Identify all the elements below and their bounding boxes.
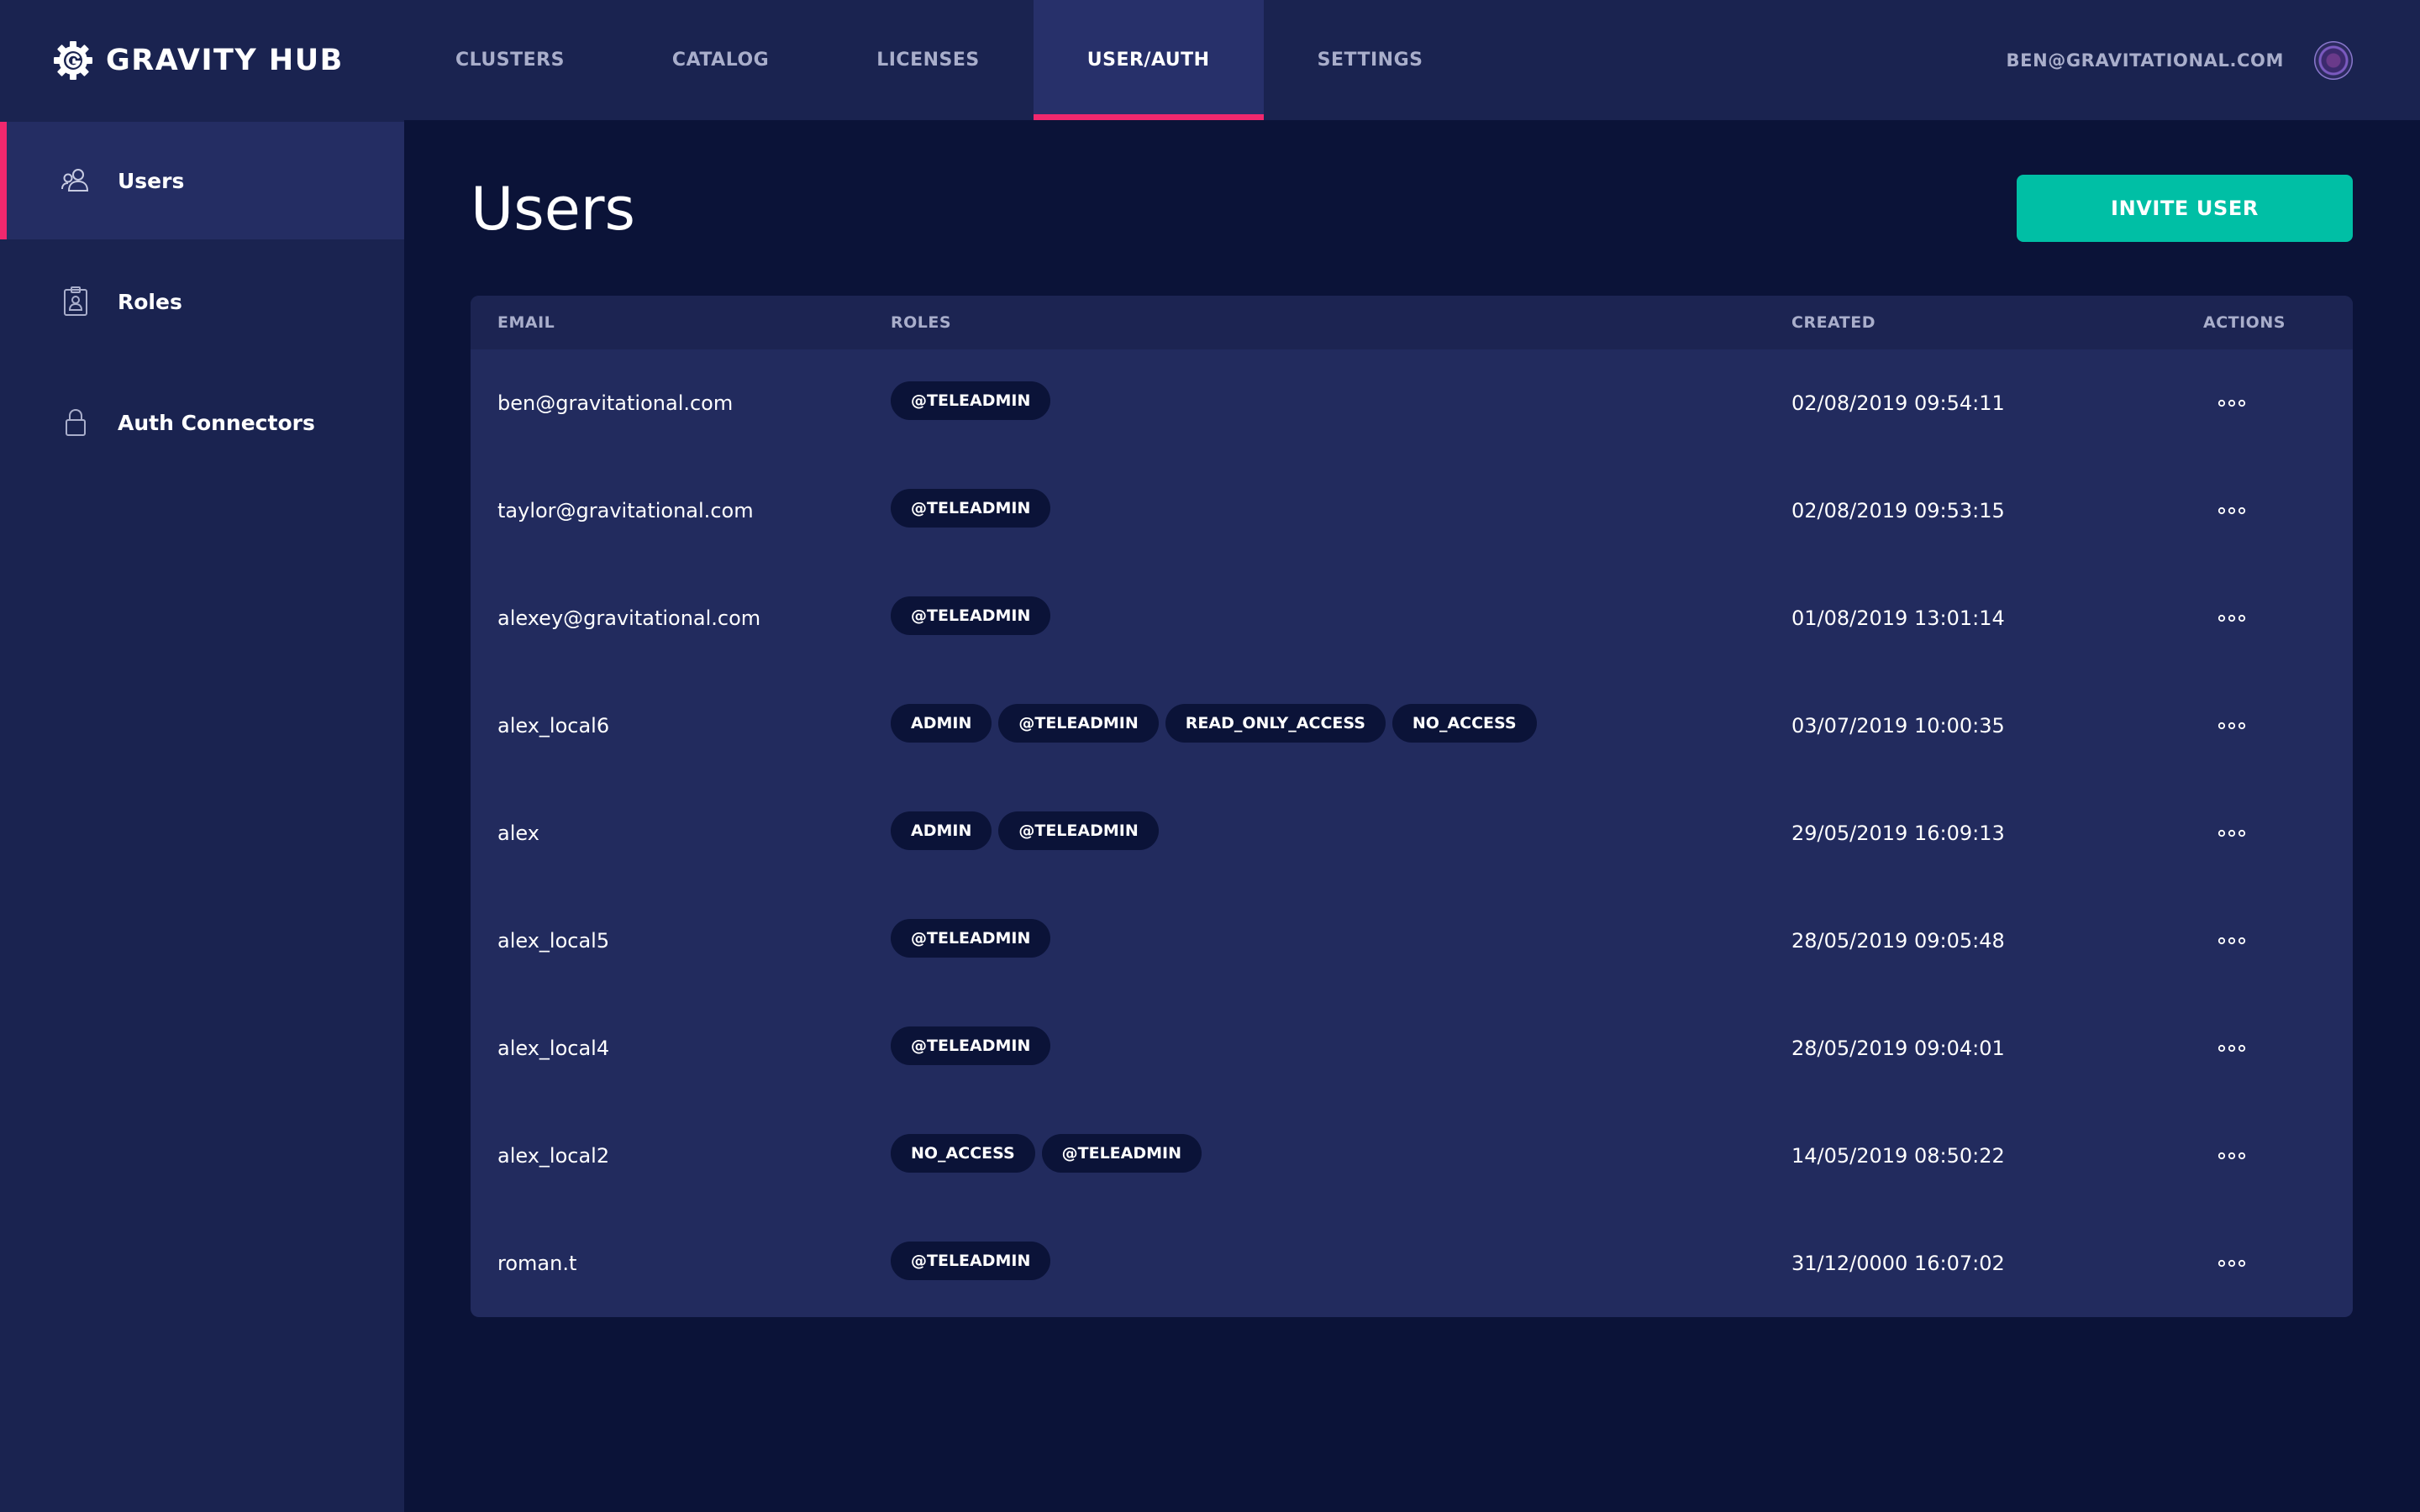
role-list: @TELEADMIN — [891, 1026, 1051, 1065]
table-row: alex ADMIN @TELEADMIN 29/05/2019 16:09:13 — [471, 780, 2353, 887]
role-chip: NO_ACCESS — [1392, 704, 1537, 743]
table-header: EMAIL ROLES CREATED ACTIONS — [471, 296, 2353, 349]
gravity-logo-icon — [54, 41, 92, 80]
sidebar-item-auth-connectors[interactable]: Auth Connectors — [0, 364, 404, 481]
role-list: @TELEADMIN — [891, 381, 1051, 420]
tab-user-auth[interactable]: USER/AUTH — [1033, 0, 1264, 120]
more-actions-icon[interactable] — [2212, 1143, 2252, 1168]
role-chip: @TELEADMIN — [891, 381, 1051, 420]
more-actions-icon[interactable] — [2212, 713, 2252, 738]
user-email: alexey@gravitational.com — [497, 606, 761, 630]
role-list: @TELEADMIN — [891, 596, 1051, 635]
column-header-created: CREATED — [1791, 313, 1876, 332]
brand[interactable]: GRAVITY HUB — [52, 39, 344, 82]
account-email[interactable]: BEN@GRAVITATIONAL.COM — [2007, 50, 2284, 71]
more-actions-icon[interactable] — [2212, 606, 2252, 631]
page-title: Users — [471, 175, 636, 244]
tab-settings[interactable]: SETTINGS — [1264, 0, 1477, 120]
role-list: @TELEADMIN — [891, 489, 1051, 528]
created-date: 29/05/2019 16:09:13 — [1791, 822, 2005, 845]
created-date: 28/05/2019 09:05:48 — [1791, 929, 2005, 953]
users-icon — [61, 169, 89, 192]
users-table: EMAIL ROLES CREATED ACTIONS ben@gravitat… — [471, 296, 2353, 1317]
role-chip: NO_ACCESS — [891, 1134, 1035, 1173]
role-list: @TELEADMIN — [891, 919, 1051, 958]
role-chip: @TELEADMIN — [891, 1026, 1051, 1065]
user-email: alex_local2 — [497, 1144, 610, 1168]
top-bar: GRAVITY HUB CLUSTERS CATALOG LICENSES US… — [0, 0, 2420, 120]
user-email: taylor@gravitational.com — [497, 499, 754, 522]
table-row: ben@gravitational.com @TELEADMIN 02/08/201… — [471, 349, 2353, 457]
badge-icon — [64, 286, 87, 316]
table-row: alex_local5 @TELEADMIN 28/05/2019 09:05:48 — [471, 887, 2353, 995]
table-row: alex_local6 ADMIN @TELEADMIN READ_ONLY_ACCE… — [471, 672, 2353, 780]
role-chip: @TELEADMIN — [998, 704, 1159, 743]
sidebar-item-roles[interactable]: Roles — [0, 243, 404, 360]
created-date: 02/08/2019 09:53:15 — [1791, 499, 2005, 522]
sidebar-item-label: Roles — [118, 289, 182, 314]
role-chip: READ_ONLY_ACCESS — [1165, 704, 1386, 743]
column-header-email: EMAIL — [497, 313, 555, 332]
created-date: 14/05/2019 08:50:22 — [1791, 1144, 2005, 1168]
tab-clusters[interactable]: CLUSTERS — [402, 0, 618, 120]
invite-user-button[interactable]: INVITE USER — [2017, 175, 2353, 242]
table-row: alex_local2 NO_ACCESS @TELEADMIN 14/05/2019… — [471, 1102, 2353, 1210]
sidebar-item-label: Users — [118, 168, 185, 193]
created-date: 03/07/2019 10:00:35 — [1791, 714, 2005, 738]
lock-icon — [66, 408, 86, 436]
brand-name: GRAVITY HUB — [106, 44, 344, 77]
more-actions-icon[interactable] — [2212, 498, 2252, 523]
tab-licenses[interactable]: LICENSES — [823, 0, 1034, 120]
sidebar-item-users[interactable]: Users — [0, 122, 404, 239]
tab-catalog[interactable]: CATALOG — [618, 0, 823, 120]
sidebar: Users Roles Auth Connectors — [0, 120, 404, 1512]
user-email: roman.t — [497, 1252, 577, 1275]
role-chip: @TELEADMIN — [891, 919, 1051, 958]
table-row: alexey@gravitational.com @TELEADMIN 01/08/… — [471, 564, 2353, 672]
table-row: alex_local4 @TELEADMIN 28/05/2019 09:04:01 — [471, 995, 2353, 1102]
more-actions-icon[interactable] — [2212, 1036, 2252, 1061]
table-row: taylor@gravitational.com @TELEADMIN 02/08/… — [471, 457, 2353, 564]
role-chip: @TELEADMIN — [1041, 1134, 1202, 1173]
sidebar-item-label: Auth Connectors — [118, 410, 315, 435]
avatar[interactable] — [2314, 41, 2353, 80]
top-nav: CLUSTERS CATALOG LICENSES USER/AUTH SETT… — [402, 0, 1477, 120]
user-email: ben@gravitational.com — [497, 391, 734, 415]
role-list: NO_ACCESS @TELEADMIN — [891, 1134, 1202, 1173]
column-header-actions: ACTIONS — [2203, 313, 2286, 332]
user-email: alex_local5 — [497, 929, 610, 953]
role-chip: ADMIN — [891, 704, 992, 743]
role-list: ADMIN @TELEADMIN — [891, 811, 1159, 850]
user-email: alex — [497, 822, 539, 845]
user-email: alex_local4 — [497, 1037, 610, 1060]
role-chip: ADMIN — [891, 811, 992, 850]
role-chip: @TELEADMIN — [998, 811, 1159, 850]
more-actions-icon[interactable] — [2212, 821, 2252, 846]
user-email: alex_local6 — [497, 714, 610, 738]
created-date: 02/08/2019 09:54:11 — [1791, 391, 2005, 415]
account-menu[interactable]: BEN@GRAVITATIONAL.COM — [2007, 40, 2353, 81]
created-date: 31/12/0000 16:07:02 — [1791, 1252, 2005, 1275]
role-list: @TELEADMIN — [891, 1242, 1051, 1280]
created-date: 28/05/2019 09:04:01 — [1791, 1037, 2005, 1060]
column-header-roles: ROLES — [891, 313, 952, 332]
created-date: 01/08/2019 13:01:14 — [1791, 606, 2005, 630]
role-chip: @TELEADMIN — [891, 1242, 1051, 1280]
more-actions-icon[interactable] — [2212, 391, 2252, 416]
role-chip: @TELEADMIN — [891, 489, 1051, 528]
role-chip: @TELEADMIN — [891, 596, 1051, 635]
more-actions-icon[interactable] — [2212, 1251, 2252, 1276]
more-actions-icon[interactable] — [2212, 928, 2252, 953]
table-row: roman.t @TELEADMIN 31/12/0000 16:07:02 — [471, 1210, 2353, 1317]
role-list: ADMIN @TELEADMIN READ_ONLY_ACCESS NO_ACCESS — [891, 704, 1537, 743]
